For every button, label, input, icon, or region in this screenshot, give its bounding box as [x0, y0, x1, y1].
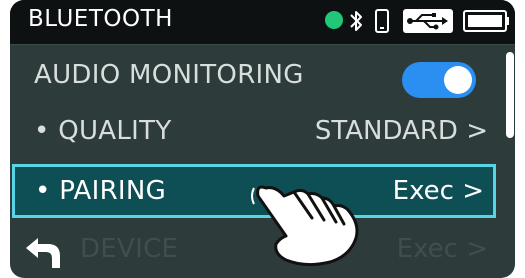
title-bar: BLUETOOTH — [10, 0, 515, 45]
menu-item-label: • PAIRING — [35, 176, 167, 206]
usb-icon — [403, 9, 453, 33]
device-screen: BLUETOOTH AUDIO MONITORING • QUALITY STA… — [10, 0, 515, 278]
menu-item-value: Exec > — [392, 176, 484, 206]
menu-item-audio-monitoring[interactable]: AUDIO MONITORING — [10, 50, 498, 107]
menu-item-label: AUDIO MONITORING — [34, 60, 304, 90]
menu-item-label: • QUALITY — [34, 116, 172, 146]
scrollbar[interactable] — [506, 52, 514, 138]
connected-dot-icon — [325, 11, 343, 29]
menu-item-value: Exec > — [396, 234, 488, 264]
toggle-knob — [444, 66, 472, 94]
menu-item-quality[interactable]: • QUALITY STANDARD > — [10, 106, 498, 163]
battery-icon — [463, 10, 509, 32]
menu-item-label: DEVICE — [80, 234, 179, 264]
screen-title: BLUETOOTH — [28, 6, 173, 32]
phone-icon — [375, 9, 389, 33]
audio-monitoring-toggle[interactable] — [402, 62, 476, 98]
tap-hand-icon — [251, 185, 359, 267]
back-arrow-icon[interactable] — [24, 234, 64, 270]
bluetooth-icon — [350, 11, 362, 31]
device-frame: BLUETOOTH AUDIO MONITORING • QUALITY STA… — [0, 0, 525, 278]
menu-item-value: STANDARD > — [314, 116, 488, 146]
